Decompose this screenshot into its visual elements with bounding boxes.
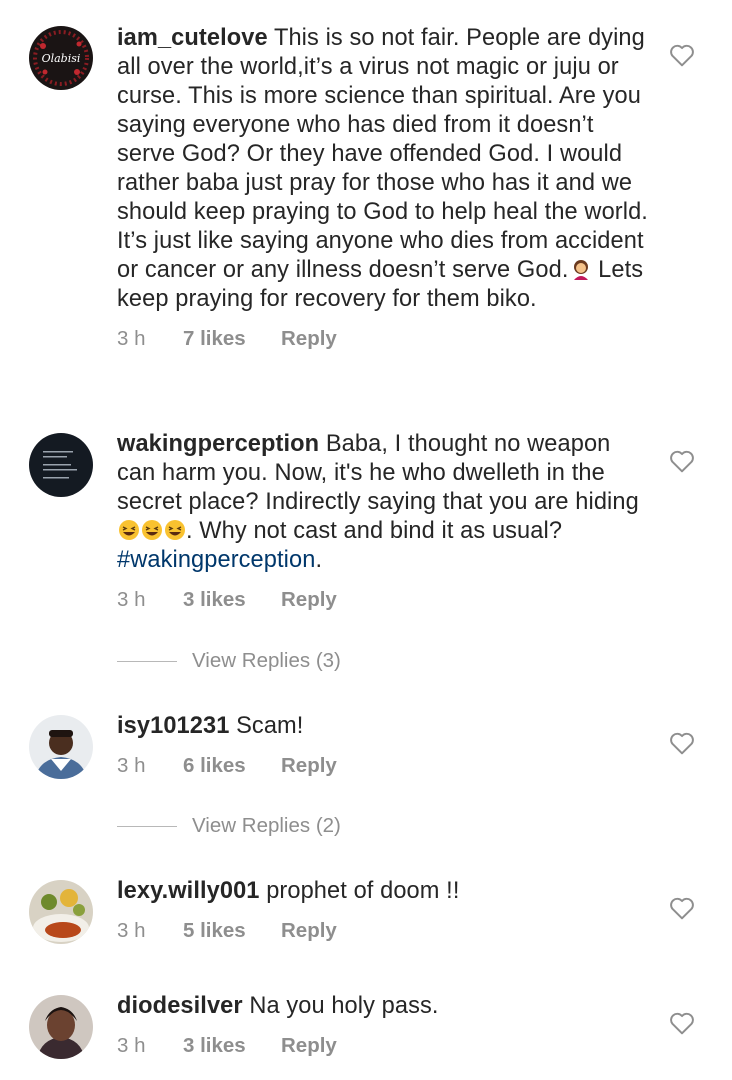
view-replies-label[interactable]: View Replies (2)	[192, 814, 341, 838]
comment-likes[interactable]: 5 likes	[183, 918, 281, 944]
divider	[117, 660, 177, 662]
avatar[interactable]	[29, 995, 93, 1059]
hashtag-link[interactable]: #wakingperception	[117, 547, 315, 573]
view-replies-label[interactable]: View Replies (3)	[192, 649, 341, 673]
heart-outline-icon[interactable]	[669, 449, 695, 473]
comment-likes[interactable]: 3 likes	[183, 1033, 281, 1059]
avatar[interactable]: Olabisi	[29, 26, 93, 90]
comment-text-continued: . Why not cast and bind it as usual?	[186, 518, 563, 544]
comment-timestamp: 3 h	[117, 1034, 146, 1057]
comment-username[interactable]: diodesilver	[117, 993, 243, 1019]
avatar[interactable]	[29, 433, 93, 497]
divider	[117, 825, 177, 827]
comment-text: Na you holy pass.	[249, 993, 439, 1019]
comment-likes[interactable]: 6 likes	[183, 753, 281, 779]
comment-text-suffix: .	[315, 547, 323, 573]
comment-username[interactable]: iam_cutelove	[117, 25, 268, 51]
comment-username[interactable]: wakingperception	[117, 431, 319, 457]
heart-outline-icon[interactable]	[669, 896, 695, 920]
reply-button[interactable]: Reply	[281, 918, 337, 944]
comment-timestamp: 3 h	[117, 919, 146, 942]
heart-outline-icon[interactable]	[669, 43, 695, 67]
comment-timestamp: 3 h	[117, 327, 146, 350]
comment-timestamp: 3 h	[117, 588, 146, 611]
reply-button[interactable]: Reply	[281, 326, 337, 352]
grinning-squinting-face-emoji-icon	[165, 520, 185, 540]
comment-likes[interactable]: 3 likes	[183, 587, 281, 613]
avatar[interactable]	[29, 715, 93, 779]
comment-timestamp: 3 h	[117, 754, 146, 777]
reply-button[interactable]: Reply	[281, 753, 337, 779]
heart-outline-icon[interactable]	[669, 731, 695, 755]
reply-button[interactable]: Reply	[281, 1033, 337, 1059]
grinning-squinting-face-emoji-icon	[142, 520, 162, 540]
comment-text: Scam!	[236, 713, 304, 739]
comment-username[interactable]: lexy.willy001	[117, 878, 260, 904]
view-replies-button[interactable]: View Replies (2)	[117, 814, 341, 838]
comment-text: prophet of doom !!	[266, 878, 460, 904]
heart-outline-icon[interactable]	[669, 1011, 695, 1035]
avatar-label: Olabisi	[42, 52, 81, 65]
comment-username[interactable]: isy101231	[117, 713, 229, 739]
reply-button[interactable]: Reply	[281, 587, 337, 613]
view-replies-button[interactable]: View Replies (3)	[117, 649, 341, 673]
woman-facepalming-emoji-icon	[573, 260, 588, 280]
grinning-squinting-face-emoji-icon	[119, 520, 139, 540]
comment-likes[interactable]: 7 likes	[183, 326, 281, 352]
comment-text: This is so not fair. People are dying al…	[117, 25, 648, 283]
avatar[interactable]	[29, 880, 93, 944]
